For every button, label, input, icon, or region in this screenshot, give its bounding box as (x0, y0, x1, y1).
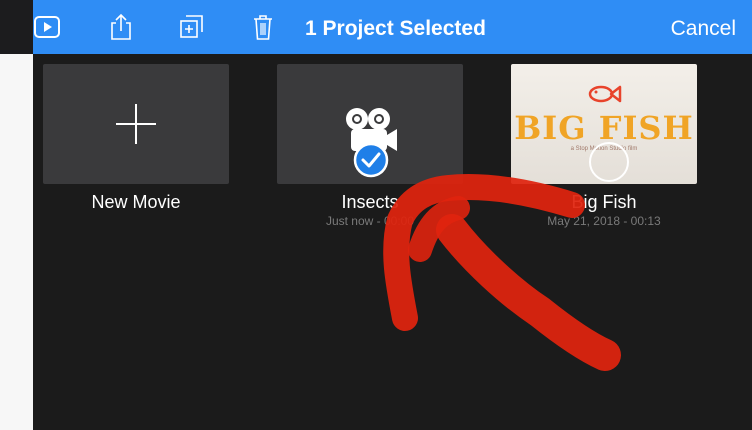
share-icon[interactable] (107, 13, 135, 41)
page-title: 1 Project Selected (305, 17, 486, 40)
selected-checkmark-icon (353, 142, 389, 178)
project-name: Big Fish (571, 192, 637, 212)
project-meta: May 21, 2018 - 00:13 (547, 214, 661, 228)
big-fish-card[interactable]: BIG FISH a Stop Motion Studio film Big F… (511, 64, 697, 228)
project-grid: New Movie Insects Just now - 00:00 BIG F… (33, 54, 752, 430)
project-name: Insects (341, 192, 399, 212)
play-ring-icon (589, 142, 629, 182)
new-movie-thumbnail[interactable] (43, 64, 229, 184)
poster-title: BIG FISH (514, 109, 694, 147)
new-movie-card[interactable]: New Movie (43, 64, 229, 213)
insects-card[interactable]: Insects Just now - 00:00 (277, 64, 463, 228)
toolbar: 1 Project Selected Cancel (33, 0, 752, 54)
fish-logo-icon (588, 85, 622, 103)
left-edge-strip (0, 54, 33, 430)
play-icon[interactable] (33, 13, 61, 41)
project-name: New Movie (91, 192, 181, 212)
project-meta: Just now - 00:00 (325, 214, 415, 228)
big-fish-thumbnail[interactable]: BIG FISH a Stop Motion Studio film (511, 64, 697, 184)
duplicate-icon[interactable] (177, 13, 205, 41)
insects-thumbnail[interactable] (277, 64, 463, 184)
trash-icon[interactable] (249, 13, 277, 41)
cancel-button[interactable]: Cancel (671, 17, 736, 41)
plus-icon (116, 104, 156, 144)
